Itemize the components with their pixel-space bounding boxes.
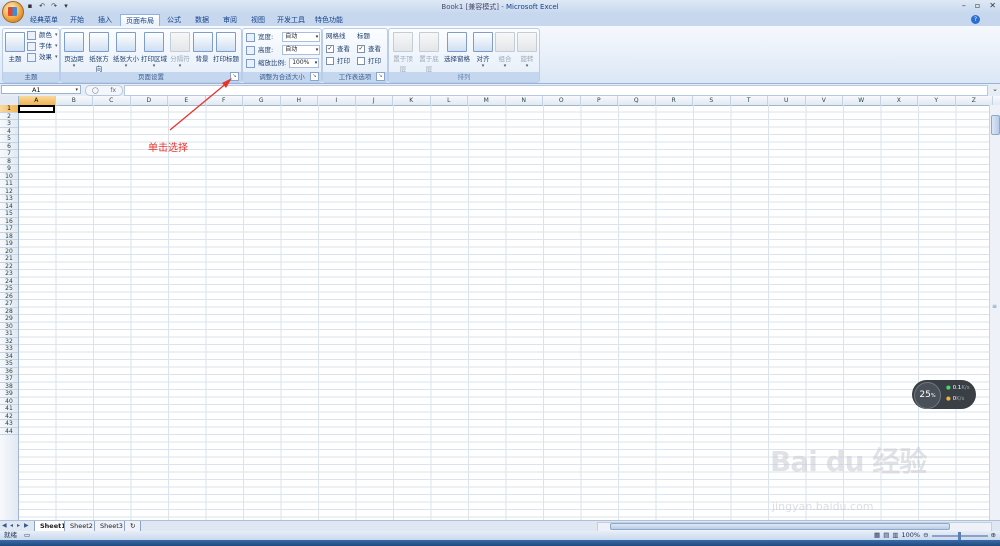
zoom-level[interactable]: 100% — [902, 531, 921, 540]
speed-percent-unit: % — [930, 393, 936, 399]
upload-dot-icon: ● — [946, 385, 951, 391]
zoom-slider[interactable] — [931, 531, 988, 540]
speed-percent: 25% — [914, 382, 941, 409]
last-sheet-icon[interactable]: ▶ — [24, 522, 29, 529]
upload-value: 0.1 — [952, 385, 962, 391]
zoom-control: ▦ ▤ ▥ 100% ⊖ ⊕ — [874, 531, 996, 540]
zoom-in-icon[interactable]: ⊕ — [991, 531, 996, 540]
page-layout-view-icon[interactable]: ▤ — [883, 531, 889, 540]
download-unit: K/s — [956, 396, 965, 402]
horizontal-scroll-thumb[interactable] — [610, 523, 950, 530]
normal-view-icon[interactable]: ▦ — [874, 531, 880, 540]
watermark-logo: Bai du 经验 — [770, 445, 927, 478]
office-button[interactable] — [2, 1, 24, 23]
annotation-label: 单击选择 — [148, 143, 188, 154]
speed-percent-value: 25 — [919, 390, 931, 400]
status-ready: 就绪 — [4, 531, 17, 539]
upload-speed: ● 0.1K/s — [946, 385, 970, 391]
download-speed: ● 0K/s — [946, 396, 964, 402]
macro-record-icon[interactable]: ▭ — [24, 531, 30, 540]
prev-sheet-icon[interactable]: ◂ — [10, 522, 13, 529]
download-dot-icon: ● — [946, 396, 951, 402]
baidu-watermark: Bai du 经验 jingyan.baidu.com — [770, 440, 927, 513]
page-break-view-icon[interactable]: ▥ — [892, 531, 898, 540]
first-sheet-icon[interactable]: ◀ — [2, 522, 7, 529]
taskbar — [0, 540, 1000, 546]
status-bar: 就绪 ▭ ▦ ▤ ▥ 100% ⊖ ⊕ — [0, 531, 1000, 540]
next-sheet-icon[interactable]: ▸ — [17, 522, 20, 529]
zoom-out-icon[interactable]: ⊖ — [923, 531, 928, 540]
network-speed-widget[interactable]: 25% ● 0.1K/s ● 0K/s — [912, 380, 976, 409]
watermark-url: jingyan.baidu.com — [772, 500, 874, 513]
upload-unit: K/s — [961, 385, 970, 391]
